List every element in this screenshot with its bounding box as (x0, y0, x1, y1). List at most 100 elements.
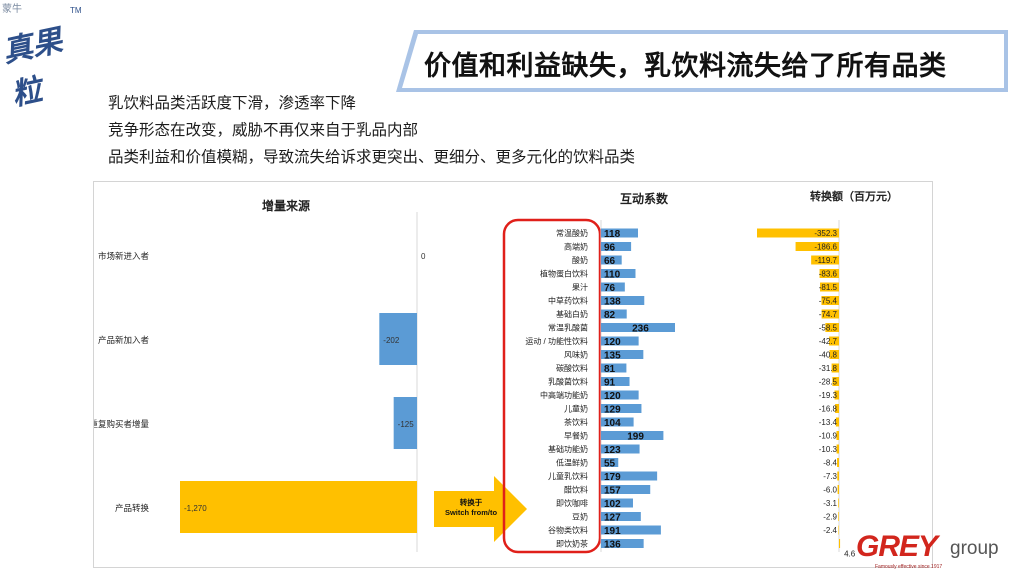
transfer-value-label: -83.6 (819, 270, 838, 279)
transfer-value-label: -28.5 (819, 378, 838, 387)
transfer-value-label: -3.1 (823, 499, 837, 508)
source-category-label: 产品转换 (115, 503, 150, 513)
bullet-item: 品类利益和价值模糊，导致流失给诉求更突出、更细分、更多元化的饮料品类 (108, 148, 636, 166)
interaction-value-label: 136 (604, 540, 621, 551)
brand-logo-text: 真果粒 (0, 23, 66, 114)
transfer-value-label: -352.3 (814, 229, 837, 238)
transfer-value-label: -7.3 (823, 472, 837, 481)
interaction-value-label: 91 (604, 378, 616, 389)
interaction-category-label: 酸奶 (572, 255, 588, 265)
interaction-category-label: 早餐奶 (564, 431, 588, 441)
source-value-label: 0 (421, 252, 426, 261)
interaction-category-label: 醋饮料 (564, 485, 588, 495)
interaction-value-label: 157 (604, 486, 621, 497)
interaction-category-label: 乳酸菌饮料 (548, 377, 588, 387)
transfer-value-label: -6.0 (823, 486, 837, 495)
interaction-category-label: 植物蛋白饮料 (540, 269, 588, 279)
transfer-value-label: -2.4 (823, 526, 837, 535)
interaction-value-label: 236 (632, 324, 649, 335)
grey-logo-word: GREY (856, 530, 938, 563)
brand-logo: 蒙牛 真果粒 TM (0, 0, 92, 113)
interaction-value-label: 199 (627, 432, 644, 443)
source-category-label: 重复购买者增量 (94, 419, 149, 429)
transfer-bar (838, 498, 839, 508)
transfer-value-label: -119.7 (815, 256, 838, 265)
interaction-category-label: 即饮咖啡 (556, 498, 588, 508)
brand-tm: TM (70, 6, 82, 15)
interaction-value-label: 127 (604, 513, 621, 524)
transfer-value-label: -16.8 (819, 405, 838, 414)
interaction-category-label: 低温鲜奶 (556, 458, 588, 468)
transfer-value-label: -2.9 (823, 513, 837, 522)
interaction-category-label: 常温酸奶 (556, 228, 588, 238)
interaction-category-label: 基础白奶 (556, 309, 588, 319)
interaction-value-label: 118 (604, 229, 621, 240)
transfer-value-label: -40.8 (819, 351, 838, 360)
transfer-value-label: -58.5 (819, 324, 838, 333)
transfer-value-label: -74.7 (819, 310, 838, 319)
transfer-value-label: -42.7 (819, 337, 838, 346)
grey-logo: GREY group Famously effective since 1917 (850, 528, 1010, 574)
source-value-label: -125 (398, 420, 415, 429)
grey-logo-tagline: Famously effective since 1917 (875, 564, 943, 570)
transfer-bar (839, 539, 841, 548)
transfer-value-label: -31.8 (819, 364, 838, 373)
interaction-value-label: 191 (604, 526, 621, 537)
source-bar (180, 481, 417, 533)
brand-small-text: 蒙牛 (2, 4, 22, 15)
interaction-category-label: 儿童奶 (564, 404, 588, 414)
interaction-category-label: 高端奶 (564, 242, 588, 252)
interaction-value-label: 55 (604, 459, 616, 470)
transfer-value-label: -186.6 (814, 243, 837, 252)
transfer-bar (837, 471, 839, 481)
transfer-value-label: -10.3 (819, 445, 838, 454)
interaction-value-label: 129 (604, 405, 621, 416)
interaction-value-label: 120 (604, 391, 621, 402)
chart-canvas: 增量来源市场新进入者 0 产品新加入者 -202 重复购买者增量 -125 产品转换 -1,2… (94, 189, 898, 559)
source-chart-title: 增量来源 (262, 198, 310, 213)
interaction-value-label: 110 (604, 270, 621, 281)
transfer-bar (838, 512, 839, 521)
transfer-value-label: -75.4 (819, 297, 838, 306)
interaction-category-label: 中高端功能奶 (540, 390, 588, 400)
transfer-value-label: -81.5 (819, 283, 838, 292)
interaction-value-label: 179 (604, 472, 621, 483)
interaction-value-label: 135 (604, 351, 621, 362)
interaction-category-label: 果汁 (572, 282, 588, 292)
interaction-category-label: 碳酸饮料 (556, 363, 588, 373)
interaction-category-label: 风味奶 (564, 350, 588, 360)
bullet-item: 乳饮料品类活跃度下滑，渗透率下降 (108, 94, 357, 112)
interaction-category-label: 即饮奶茶 (556, 539, 588, 549)
interaction-value-label: 102 (604, 499, 621, 510)
transfer-value-label: -10.9 (819, 432, 838, 441)
interaction-category-label: 豆奶 (572, 512, 588, 522)
grey-logo-group: group (950, 538, 999, 559)
title-banner: 价值和利益缺失，乳饮料流失给了所有品类 (396, 30, 1008, 92)
interaction-category-label: 运动 / 功能性饮料 (525, 336, 588, 346)
source-category-label: 市场新进入者 (98, 251, 150, 261)
source-value-label: -202 (383, 336, 400, 345)
switch-arrow-label: 转换于 (460, 497, 483, 507)
page-title: 价值和利益缺失，乳饮料流失给了所有品类 (424, 51, 947, 82)
interaction-value-label: 123 (604, 445, 621, 456)
interaction-value-label: 66 (604, 256, 616, 267)
bullet-item: 竞争形态在改变，威胁不再仅来自于乳品内部 (108, 121, 419, 139)
interaction-value-label: 138 (604, 297, 621, 308)
interaction-category-label: 基础功能奶 (548, 444, 588, 454)
interaction-category-label: 中草药饮料 (548, 296, 588, 306)
interaction-value-label: 76 (604, 283, 616, 294)
transfer-bar (837, 458, 839, 467)
interaction-value-label: 104 (604, 418, 621, 429)
transfer-value-label: -8.4 (823, 459, 837, 468)
interaction-value-label: 96 (604, 243, 616, 254)
interaction-value-label: 120 (604, 337, 621, 348)
transfer-value-label: -19.3 (819, 391, 838, 400)
interaction-category-label: 常温乳酸菌 (548, 323, 588, 333)
chart-frame: 增量来源 市场新进入者 0 产品新加入者 -202 重复购买者增量 -125 产品转换 -1,2… (93, 181, 933, 568)
bullet-list: 乳饮料品类活跃度下滑，渗透率下降 竞争形态在改变，威胁不再仅来自于乳品内部 品类… (108, 90, 635, 171)
switch-arrow-label: Switch from/to (445, 508, 498, 517)
interaction-category-label: 儿童乳饮料 (548, 471, 588, 481)
transfer-bar (837, 485, 839, 494)
transfer-bar (838, 525, 839, 535)
source-value-label: -1,270 (184, 504, 207, 513)
